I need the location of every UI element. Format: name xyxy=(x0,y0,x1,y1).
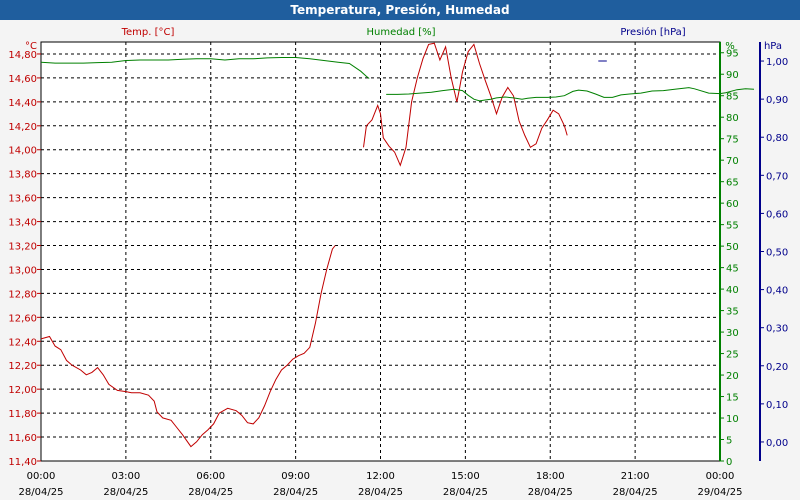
x-tick-date: 28/04/25 xyxy=(443,487,488,498)
pressure-tick-label: 0,60 xyxy=(766,209,788,220)
x-tick-date: 28/04/25 xyxy=(528,487,573,498)
x-tick-time: 00:00 xyxy=(706,471,735,482)
temperature-tick-label: 13,60 xyxy=(8,194,37,205)
pressure-tick-label: 0,70 xyxy=(766,171,788,182)
humidity-tick-label: 15 xyxy=(726,393,739,404)
humidity-tick-label: 65 xyxy=(726,178,739,189)
temperature-tick-label: 13,80 xyxy=(8,170,37,181)
temperature-tick-label: 12,80 xyxy=(8,289,37,300)
chart-plot: 00:00 28/04/25 03:00 28/04/25 06:00 28/04/25 0… xyxy=(8,26,788,498)
pressure-axis-unit: hPa xyxy=(764,41,782,52)
temperature-tick-label: 14,00 xyxy=(8,146,37,157)
pressure-axis-title: Presión [hPa] xyxy=(620,26,685,38)
humidity-tick-label: 70 xyxy=(726,156,739,167)
x-tick-time: 21:00 xyxy=(621,471,650,482)
humidity-tick-label: 25 xyxy=(726,350,739,361)
temperature-tick-label: 14,40 xyxy=(8,98,37,109)
x-tick-time: 03:00 xyxy=(111,471,140,482)
x-tick-date: 28/04/25 xyxy=(613,487,658,498)
temperature-tick-label: 11,60 xyxy=(8,433,37,444)
x-tick-date: 28/04/25 xyxy=(358,487,403,498)
pressure-tick-label: 0,30 xyxy=(766,324,788,335)
x-tick-time: 12:00 xyxy=(366,471,395,482)
x-tick-date: 28/04/25 xyxy=(103,487,148,498)
x-tick-time: 15:00 xyxy=(451,471,480,482)
x-tick-time: 00:00 xyxy=(27,471,56,482)
x-tick-time: 18:00 xyxy=(536,471,565,482)
window-title: Temperatura, Presión, Humedad xyxy=(0,0,800,20)
pressure-tick-label: 0,20 xyxy=(766,362,788,373)
temperature-axis-title: Temp. [°C] xyxy=(121,27,175,38)
pressure-tick-label: 0,10 xyxy=(766,400,788,411)
humidity-tick-label: 35 xyxy=(726,307,739,318)
humidity-tick-label: 30 xyxy=(726,328,739,339)
temperature-tick-label: 11,80 xyxy=(8,409,37,420)
humidity-tick-label: 0 xyxy=(726,457,732,468)
temperature-tick-label: 12,20 xyxy=(8,361,37,372)
temperature-tick-label: 13,00 xyxy=(8,265,37,276)
humidity-tick-label: 5 xyxy=(726,436,732,447)
humidity-axis-title: Humedad [%] xyxy=(366,27,435,38)
humidity-tick-label: 80 xyxy=(726,113,739,124)
pressure-tick-label: 0,50 xyxy=(766,248,788,259)
pressure-tick-label: 1,00 xyxy=(766,57,788,68)
humidity-axis-unit: % xyxy=(725,41,735,52)
pressure-tick-label: 0,40 xyxy=(766,286,788,297)
humidity-tick-label: 55 xyxy=(726,221,739,232)
temperature-tick-label: 12,40 xyxy=(8,337,37,348)
temperature-tick-label: 13,40 xyxy=(8,218,37,229)
temperature-tick-label: 12,60 xyxy=(8,313,37,324)
temperature-axis-unit: °C xyxy=(25,41,37,52)
temperature-tick-label: 11,40 xyxy=(8,457,37,468)
x-tick-time: 09:00 xyxy=(281,471,310,482)
humidity-tick-label: 85 xyxy=(726,92,739,103)
humidity-tick-label: 45 xyxy=(726,264,739,275)
x-tick-date: 28/04/25 xyxy=(188,487,233,498)
chart-window: Temperatura, Presión, Humedad 00:00 28/04… xyxy=(0,0,800,500)
pressure-tick-label: 0,80 xyxy=(766,133,788,144)
humidity-tick-label: 10 xyxy=(726,414,739,425)
x-tick-date: 28/04/25 xyxy=(273,487,318,498)
humidity-tick-label: 40 xyxy=(726,285,739,296)
temperature-tick-label: 14,60 xyxy=(8,74,37,85)
temperature-tick-label: 12,00 xyxy=(8,385,37,396)
humidity-tick-label: 20 xyxy=(726,371,739,382)
grid-layer xyxy=(40,41,721,462)
pressure-tick-label: 0,00 xyxy=(766,438,788,449)
humidity-tick-label: 60 xyxy=(726,199,739,210)
x-tick-date: 29/04/25 xyxy=(698,487,743,498)
x-tick-date: 28/04/25 xyxy=(19,487,64,498)
humidity-tick-label: 50 xyxy=(726,242,739,253)
temperature-tick-label: 13,20 xyxy=(8,242,37,253)
x-tick-time: 06:00 xyxy=(196,471,225,482)
humidity-tick-label: 90 xyxy=(726,70,739,81)
humidity-tick-label: 75 xyxy=(726,135,739,146)
temperature-tick-label: 14,20 xyxy=(8,122,37,133)
pressure-tick-label: 0,90 xyxy=(766,95,788,106)
